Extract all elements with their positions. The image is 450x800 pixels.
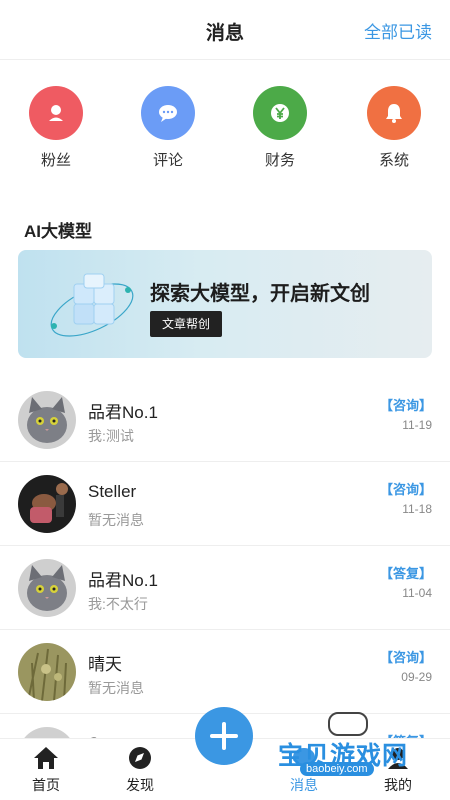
category-system[interactable]: 系统 (359, 86, 429, 170)
category-label: 粉丝 (40, 152, 71, 169)
yen-icon (253, 86, 307, 140)
tab-home[interactable]: 首页 (14, 745, 78, 795)
contact-name: 晴天 (88, 655, 122, 674)
message-type-tag: 【答复】 (379, 566, 432, 581)
list-item[interactable]: Steller 暂无消息 【咨询】 11-18 (0, 462, 450, 546)
tab-discover[interactable]: 发现 (108, 745, 172, 795)
message-type-tag: 【咨询】 (379, 398, 432, 413)
person-icon (29, 86, 83, 140)
category-label: 财务 (264, 152, 295, 169)
cube-cluster-icon (50, 273, 134, 337)
banner-title: 探索大模型，开启新文创 (150, 283, 370, 305)
site-watermark: 宝贝游戏网 baobeiy.com (278, 712, 428, 782)
message-date: 11-04 (402, 586, 432, 600)
category-label: 评论 (152, 152, 183, 169)
avatar (18, 559, 76, 617)
avatar (18, 475, 76, 533)
gamepad-icon (328, 712, 368, 736)
message-preview: 我:不太行 (88, 596, 148, 612)
contact-name: 品君No.1 (88, 403, 158, 422)
tab-label: 首页 (32, 777, 60, 793)
category-comments[interactable]: 评论 (133, 86, 203, 170)
home-icon (34, 747, 58, 769)
message-preview: 暂无消息 (88, 680, 144, 696)
watermark-url: baobeiy.com (300, 762, 374, 776)
message-preview: 暂无消息 (88, 512, 144, 528)
mark-all-read-button[interactable]: 全部已读 (364, 18, 432, 43)
category-finance[interactable]: 财务 (245, 86, 315, 170)
list-item[interactable]: 晴天 暂无消息 【咨询】 09-29 (0, 630, 450, 714)
contact-name: 品君No.1 (88, 571, 158, 590)
avatar (18, 391, 76, 449)
category-label: 系统 (378, 152, 409, 169)
list-item[interactable]: 品君No.1 我:测试 【咨询】 11-19 (0, 378, 450, 462)
top-bar: 消息 全部已读 (0, 0, 450, 60)
tab-label: 发现 (126, 777, 154, 793)
message-type-tag: 【咨询】 (379, 650, 432, 665)
section-title: AI大模型 (24, 222, 92, 241)
category-fans[interactable]: 粉丝 (21, 86, 91, 170)
message-date: 11-19 (402, 418, 432, 432)
contact-name: Steller (88, 482, 137, 501)
create-post-button[interactable] (195, 707, 253, 765)
bell-icon (367, 86, 421, 140)
compass-icon (129, 747, 151, 769)
avatar (18, 643, 76, 701)
message-type-tag: 【咨询】 (379, 482, 432, 497)
message-preview: 我:测试 (88, 428, 134, 444)
article-assist-button[interactable]: 文章帮创 (150, 311, 223, 337)
chat-bubble-icon (141, 86, 195, 140)
message-date: 11-18 (402, 502, 432, 516)
message-categories: 粉丝 评论 财务 系统 (0, 86, 450, 176)
ai-model-banner[interactable]: 探索大模型，开启新文创 文章帮创 (18, 250, 432, 358)
message-date: 09-29 (401, 670, 432, 684)
list-item[interactable]: 品君No.1 我:不太行 【答复】 11-04 (0, 546, 450, 630)
